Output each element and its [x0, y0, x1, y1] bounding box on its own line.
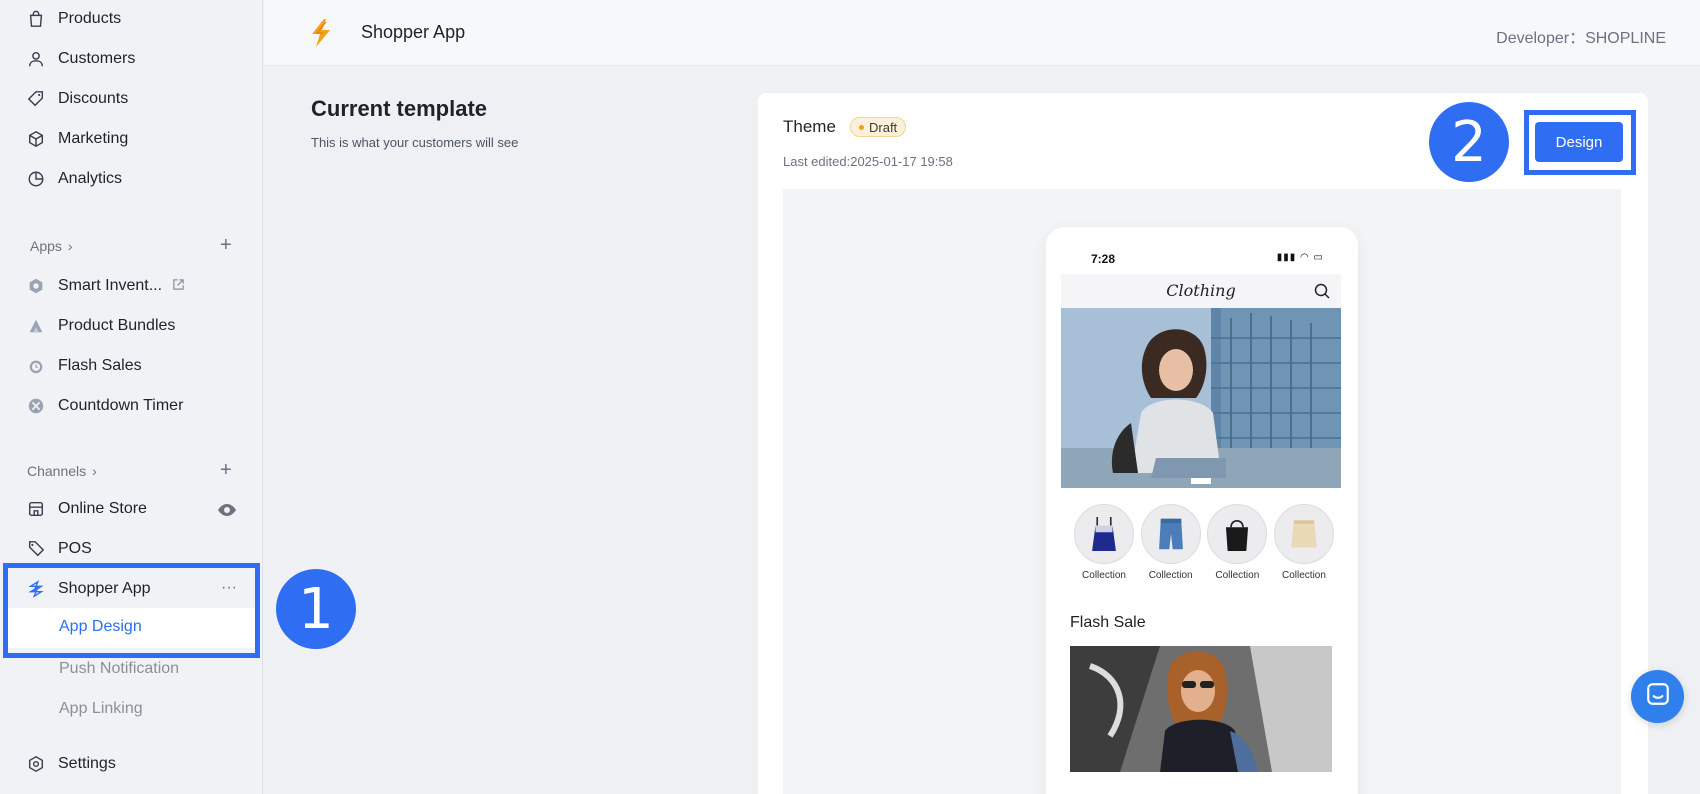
sidebar-item-customers[interactable]: Customers	[26, 44, 252, 74]
sidebar-item-label: POS	[58, 540, 92, 557]
collection-item: Collection	[1140, 504, 1201, 581]
sidebar-item-discounts[interactable]: Discounts	[26, 84, 252, 114]
collections-row: Collection Collection Collection Collect…	[1074, 504, 1334, 581]
sidebar-subitem-push-notification[interactable]: Push Notification	[59, 660, 179, 678]
sidebar-item-flash-sales[interactable]: Flash Sales	[26, 351, 252, 381]
sidebar-subitem-app-linking[interactable]: App Linking	[59, 700, 143, 718]
highlight-box-step-2	[1524, 110, 1636, 175]
apps-section-label: Apps	[30, 238, 62, 254]
collection-caption: Collection	[1148, 570, 1193, 581]
phone-time: 7:28	[1091, 252, 1116, 266]
hexagon-app-icon	[26, 276, 46, 296]
highlight-box-step-1	[3, 563, 260, 658]
chevron-right-icon: ›	[92, 463, 97, 479]
sidebar: Products Customers Discounts Marketing A…	[0, 0, 263, 794]
shopper-app-logo-icon	[308, 18, 336, 48]
page-title: Shopper App	[361, 22, 466, 42]
sidebar-item-label: Analytics	[58, 170, 123, 187]
collection-thumbnail	[1207, 504, 1268, 564]
phone-navbar: Clothing	[1061, 274, 1341, 308]
chat-support-button[interactable]	[1631, 670, 1684, 723]
pie-chart-icon	[26, 169, 46, 189]
apps-section-header[interactable]: Apps ›	[30, 238, 73, 254]
sidebar-item-analytics[interactable]: Analytics	[26, 164, 252, 194]
sidebar-item-product-bundles[interactable]: Product Bundles	[26, 311, 252, 341]
cube-icon	[26, 129, 46, 149]
flash-sale-title: Flash Sale	[1070, 614, 1146, 631]
sidebar-item-settings[interactable]: Settings	[26, 749, 252, 779]
tag-icon	[26, 89, 46, 109]
settings-icon	[26, 754, 46, 774]
shopping-bag-icon	[26, 9, 46, 29]
collection-item: Collection	[1074, 504, 1134, 581]
chevron-right-icon: ›	[67, 238, 73, 254]
search-icon	[1313, 282, 1331, 300]
external-link-icon[interactable]	[172, 278, 185, 294]
template-card: Theme Draft Last edited:2025-01-17 19:58…	[758, 93, 1648, 794]
collection-caption: Collection	[1215, 570, 1260, 581]
sidebar-item-label: Products	[58, 10, 122, 27]
store-brand-logo: Clothing	[1166, 281, 1236, 300]
sidebar-item-label: Flash Sales	[58, 357, 142, 374]
sidebar-item-label: Online Store	[58, 500, 147, 517]
sidebar-item-label: Marketing	[58, 130, 129, 147]
sidebar-item-label: Discounts	[58, 90, 129, 107]
section-title: Current template	[311, 96, 488, 121]
collection-item: Collection	[1273, 504, 1334, 581]
collection-thumbnail	[1140, 504, 1201, 564]
sidebar-item-label: Settings	[58, 755, 116, 772]
step-2-badge: 2	[1429, 102, 1509, 182]
hero-banner-image	[1061, 308, 1341, 488]
bundle-icon	[26, 316, 46, 336]
sidebar-item-label: Countdown Timer	[58, 397, 184, 414]
collection-caption: Collection	[1082, 570, 1126, 581]
sidebar-item-products[interactable]: Products	[26, 4, 252, 34]
pos-tag-icon	[26, 539, 46, 559]
sidebar-item-countdown-timer[interactable]: Countdown Timer	[26, 391, 252, 421]
phone-preview: 7:28 ▮▮▮ ◠ ▭ Clothing Collection Collect…	[1046, 227, 1358, 794]
top-header: Shopper App Developer：SHOPLINE	[264, 0, 1700, 66]
sidebar-item-smart-inventory[interactable]: Smart Invent...	[26, 271, 252, 301]
alarm-icon	[26, 356, 46, 376]
phone-status-icons: ▮▮▮ ◠ ▭	[1276, 252, 1324, 263]
status-badge-label: Draft	[869, 119, 898, 135]
channels-section-label: Channels	[27, 463, 87, 479]
section-subtitle: This is what your customers will see	[311, 135, 519, 150]
channels-section-header[interactable]: Channels ›	[27, 463, 97, 479]
sidebar-item-marketing[interactable]: Marketing	[26, 124, 252, 154]
chat-icon	[1645, 681, 1671, 712]
theme-preview: 7:28 ▮▮▮ ◠ ▭ Clothing Collection Collect…	[783, 189, 1621, 794]
flash-sale-image	[1070, 646, 1332, 772]
sidebar-item-pos[interactable]: POS	[26, 534, 252, 564]
add-channel-button[interactable]: +	[220, 459, 232, 482]
sidebar-item-label: Customers	[58, 50, 136, 67]
collection-item: Collection	[1207, 504, 1268, 581]
theme-label: Theme	[783, 117, 836, 136]
sidebar-item-label: Product Bundles	[58, 317, 176, 334]
collection-caption: Collection	[1282, 570, 1326, 581]
collection-thumbnail	[1273, 504, 1334, 564]
person-icon	[26, 49, 46, 69]
eye-icon[interactable]	[217, 500, 237, 525]
add-app-button[interactable]: +	[220, 234, 232, 257]
last-edited-timestamp: Last edited:2025-01-17 19:58	[783, 154, 953, 169]
status-dot-icon	[859, 124, 864, 130]
status-badge: Draft	[850, 117, 907, 137]
store-icon	[26, 499, 46, 519]
timer-icon	[26, 396, 46, 416]
developer-label: Developer：SHOPLINE	[1496, 30, 1666, 47]
collection-thumbnail	[1074, 504, 1134, 564]
step-1-badge: 1	[276, 569, 356, 649]
sidebar-item-label: Smart Invent...	[58, 277, 163, 294]
